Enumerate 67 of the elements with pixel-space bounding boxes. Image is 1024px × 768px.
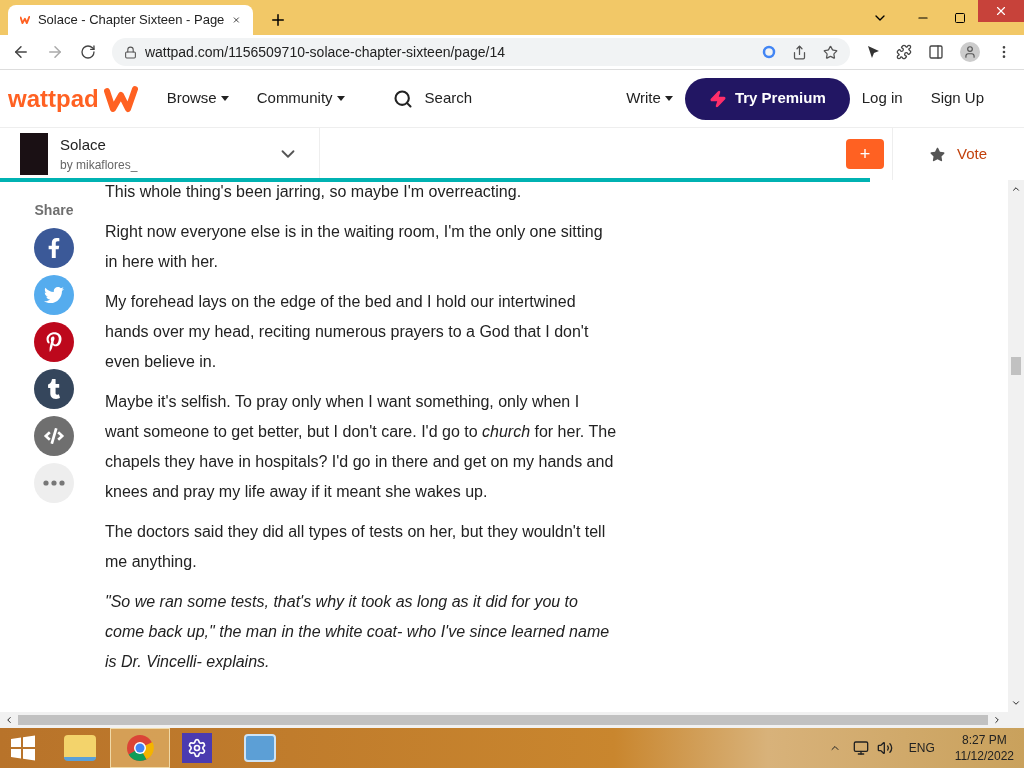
- star-icon: [930, 146, 945, 162]
- cursor-icon[interactable]: [866, 45, 881, 59]
- restore-icon[interactable]: [954, 11, 966, 24]
- caret-icon: [220, 96, 229, 101]
- nav-menu[interactable]: Community: [256, 87, 345, 110]
- story-paragraph: The doctors said they did all types of tests on her, but they wouldn't tell me anything.: [105, 522, 607, 572]
- tab-title: Solace - Chapter Sixteen - Page: [37, 11, 225, 30]
- new-tab-icon[interactable]: [269, 11, 287, 29]
- volume-icon[interactable]: [876, 740, 893, 756]
- book-cover: [20, 133, 48, 175]
- signup-link[interactable]: Sign Up: [930, 87, 984, 110]
- scroll-down-icon[interactable]: [1011, 698, 1021, 708]
- star-icon[interactable]: [823, 44, 839, 60]
- vote-button[interactable]: Vote: [930, 142, 987, 166]
- write-menu[interactable]: Write: [626, 87, 673, 110]
- address-bar[interactable]: wattpad.com/1156509710-solace-chapter-sixteen/page/14: [111, 38, 851, 66]
- w-logo-icon: [102, 84, 139, 113]
- share-button[interactable]: [34, 369, 74, 409]
- search-button[interactable]: Search: [392, 87, 473, 110]
- share-label: Share: [34, 201, 74, 220]
- caret-icon: [336, 96, 345, 101]
- share-button[interactable]: [34, 463, 74, 503]
- share-icon[interactable]: [792, 44, 808, 60]
- back-icon[interactable]: [12, 43, 30, 61]
- w-logo-icon: [20, 13, 30, 27]
- scroll-thumb[interactable]: [1011, 357, 1021, 375]
- scroll-right-icon[interactable]: [992, 715, 1002, 725]
- windows-start-icon[interactable]: [10, 735, 36, 761]
- lightning-icon: [708, 89, 727, 108]
- lock-icon: [123, 45, 137, 59]
- share-button[interactable]: [34, 322, 74, 362]
- close-icon: [994, 4, 1008, 18]
- reload-icon[interactable]: [79, 44, 96, 60]
- pinterest-icon: [44, 332, 64, 352]
- premium-button[interactable]: Try Premium: [684, 77, 850, 120]
- network-icon[interactable]: [852, 740, 869, 756]
- story-paragraph: My forehead lays on the edge of the bed and I hold our intertwined hands over my head, reciting numerous prayers to a God that I don't even believe in.: [105, 292, 590, 372]
- login-link[interactable]: Log in: [861, 87, 903, 110]
- settings-taskbar-button[interactable]: [182, 733, 212, 763]
- scroll-thumb[interactable]: [18, 715, 988, 725]
- search-icon: [392, 88, 413, 109]
- chrome-taskbar-button[interactable]: [110, 728, 170, 768]
- story-paragraph: "So we ran some tests, that's why it took as long as it did for you to come back up," the man in the white coat- who I've since learned name is Dr. Vincelli- explains.: [105, 592, 611, 672]
- share-button[interactable]: [34, 228, 74, 268]
- scroll-up-icon[interactable]: [1011, 184, 1021, 194]
- story-paragraph: Right now everyone else is in the waiting room, I'm the only one sitting in here with her.: [105, 222, 604, 272]
- browser-tab[interactable]: Solace - Chapter Sixteen - Page: [8, 5, 253, 35]
- story-title: Solace: [60, 134, 107, 155]
- nav-menu[interactable]: Browse: [166, 87, 229, 110]
- extensions-icon[interactable]: [896, 44, 913, 60]
- story-author: by mikaflores_: [60, 157, 138, 175]
- profile-icon[interactable]: [960, 42, 981, 62]
- story-paragraph: This whole thing's been jarring, so maybe I'm overreacting.: [105, 182, 523, 202]
- clock-date: 11/12/2022: [954, 748, 1014, 764]
- caret-icon: [664, 96, 673, 101]
- language-indicator[interactable]: ENG: [908, 739, 935, 757]
- url-text: wattpad.com/1156509710-solace-chapter-sixteen/page/14: [144, 42, 506, 62]
- bird-icon: [44, 285, 64, 305]
- side-panel-icon[interactable]: [928, 44, 945, 60]
- scroll-left-icon[interactable]: [4, 715, 14, 725]
- clock-time: 8:27 PM: [962, 732, 1007, 748]
- google-icon[interactable]: [762, 45, 777, 59]
- story-paragraph: Maybe it's selfish. To pray only when I want something, only when I want someone to get better, but I don't care. I'd go to church for her. The chapels they have in hospitals? I'd go in there and get on my hands and knees and pray my life away if it meant she wakes up.: [105, 392, 617, 502]
- share-button[interactable]: [34, 416, 74, 456]
- chrome-icon: [126, 734, 154, 762]
- code-icon: [44, 426, 64, 446]
- more-icon: [43, 480, 65, 486]
